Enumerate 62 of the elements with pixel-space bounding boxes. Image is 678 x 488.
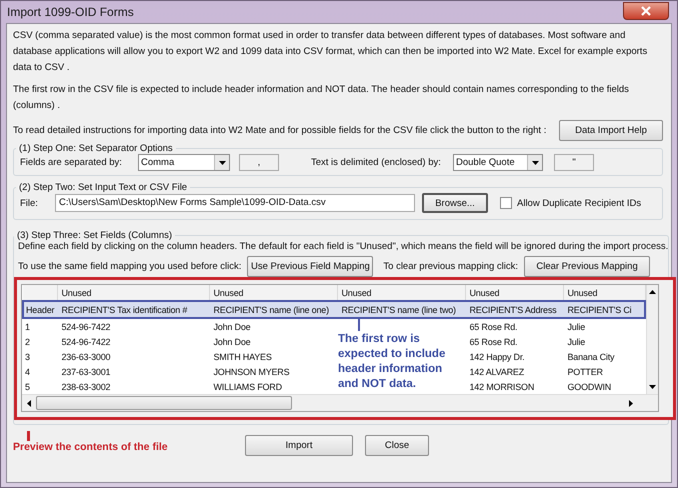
clear-mapping-button[interactable]: Clear Previous Mapping <box>524 256 650 277</box>
row-header: Header <box>23 301 57 318</box>
row-header: 4 <box>24 366 31 378</box>
table-cell: RECIPIENT'S Address <box>470 304 556 314</box>
annotation-text: Preview the contents of the file <box>13 441 168 453</box>
table-cell: 142 Happy Dr. <box>470 352 524 362</box>
table-cell: 237-63-3001 <box>62 366 110 376</box>
field-label: Fields are separated by: <box>20 157 123 168</box>
column-header[interactable]: Unused <box>57 285 209 301</box>
table-cell: RECIPIENT'S Tax identification # <box>62 304 188 314</box>
row-header: 1 <box>23 318 57 334</box>
table-cell: Julie <box>568 336 586 346</box>
column-header[interactable]: Unused <box>563 285 645 301</box>
table-cell: 142 ALVAREZ <box>470 366 524 376</box>
table-cell: SMITH HAYES <box>214 352 272 362</box>
table-cell: 65 Rose Rd. <box>470 322 518 332</box>
table-cell: RECIPIENT'S Ci <box>568 304 632 314</box>
separator-dropdown[interactable]: Comma <box>138 154 230 171</box>
table-cell: POTTER <box>568 366 603 376</box>
table-cell: 238-63-3002 <box>62 382 110 392</box>
table-cell: 65 Rose Rd. <box>470 336 518 346</box>
row-header: 3 <box>24 350 31 364</box>
browse-button[interactable]: Browse... <box>422 193 488 213</box>
delimiter-char-field: " <box>554 154 594 171</box>
table-cell: WILLIAMS FORD <box>214 382 282 392</box>
file-path-field[interactable]: C:\Users\Sam\Desktop\New Forms Sample\1099-OID-Data.csv <box>55 194 415 212</box>
import-button[interactable]: Import <box>245 435 353 456</box>
field-label: Text is delimited (enclosed) by: <box>311 157 442 168</box>
delimiter-dropdown[interactable]: Double Quote <box>453 154 543 171</box>
table-cell: 524-96-7422 <box>62 336 110 346</box>
row-header: 2 <box>24 336 31 348</box>
close-dialog-button[interactable]: Close <box>365 435 429 456</box>
field-label: File: <box>20 198 39 208</box>
column-header[interactable]: Unused <box>209 285 337 301</box>
group-legend: (3) Step Three: Set Fields (Columns) <box>14 230 176 241</box>
data-import-help-button[interactable]: Data Import Help <box>559 120 663 141</box>
window-title: Import 1099-OID Forms <box>7 5 134 19</box>
instruction-text: CSV (comma separated value) is the most common format used in order to transfer data between different types of databases. Most software and database applications will allow you to export W2 and 1099 data into CSV format, which can then be imported into W2 Mate. Excel for example exports data to CSV . <box>13 29 648 75</box>
instruction-text: Define each field by clicking on the column headers. The default for each field is "Unused", which means the field will be ignored during the import process. <box>18 241 668 252</box>
group-legend: (1) Step One: Set Separator Options <box>16 143 176 154</box>
table-cell: JOHNSON MYERS <box>214 366 290 376</box>
table-cell: John Doe <box>214 322 250 332</box>
column-header[interactable]: Unused <box>337 285 465 301</box>
table-cell: GOODWIN <box>568 382 612 392</box>
table-cell: Julie <box>568 322 586 332</box>
table-cell: RECIPIENT'S name (line one) <box>214 304 329 314</box>
use-previous-mapping-button[interactable]: Use Previous Field Mapping <box>247 256 374 277</box>
table-cell: 524-96-7422 <box>62 322 110 332</box>
table-cell: Banana City <box>568 352 614 362</box>
table-cell: RECIPIENT'S name (line two) <box>342 304 456 314</box>
row-header: 5 <box>24 380 31 394</box>
help-prompt: To read detailed instructions for importing data into W2 Mate and for possible fields for the CSV file click the button to the right : <box>13 125 546 136</box>
column-header[interactable]: Unused <box>465 285 563 301</box>
table-cell: 236-63-3000 <box>62 352 110 362</box>
field-label: To use the same field mapping you used before click: <box>18 261 242 272</box>
table-cell: John Doe <box>214 336 250 346</box>
field-label: To clear previous mapping click: <box>383 261 518 272</box>
table-cell: 142 MORRISON <box>470 382 534 392</box>
separator-char-field: , <box>239 154 279 171</box>
group-legend: (2) Step Two: Set Input Text or CSV File <box>16 182 190 193</box>
checkbox-label: Allow Duplicate Recipient IDs <box>517 198 642 208</box>
instruction-text: The first row in the CSV file is expected to include header information and NOT data. The header should contain names corresponding to the fields (columns) . <box>13 83 630 113</box>
